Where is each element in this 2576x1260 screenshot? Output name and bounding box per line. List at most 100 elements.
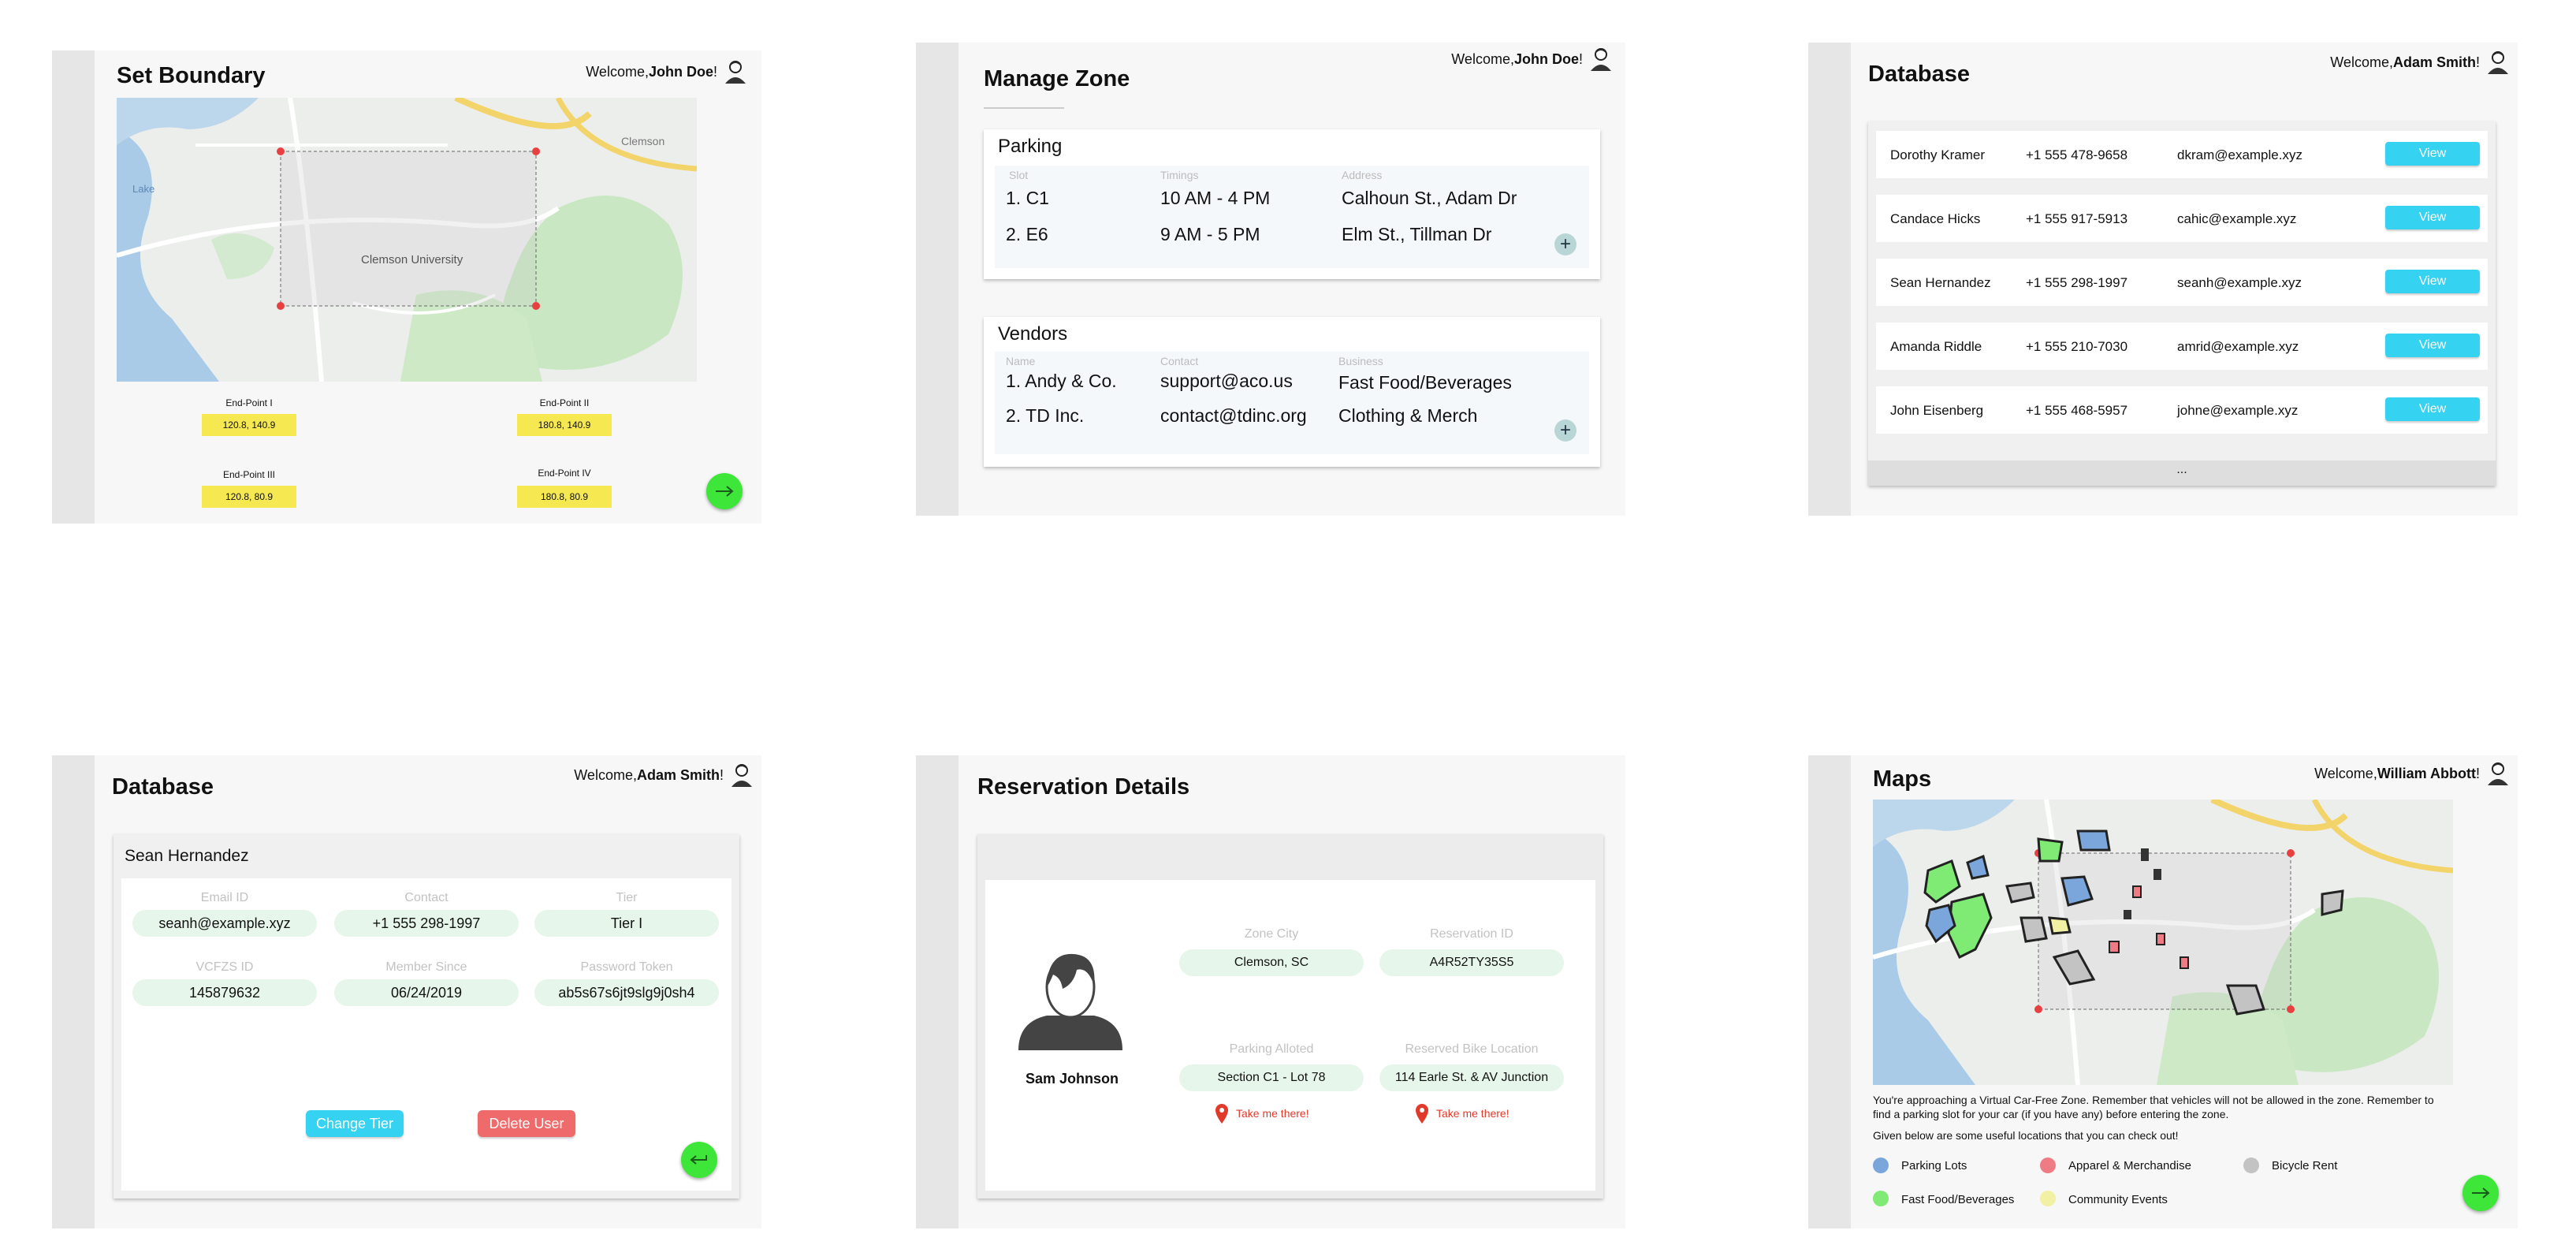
endpoint-4-label: End-Point IV [538, 468, 591, 479]
vendor-row-1-business: Fast Food/Beverages [1338, 372, 1512, 393]
vcfzs-id-value: 145879632 [132, 979, 317, 1006]
add-parking-button[interactable]: + [1554, 233, 1576, 255]
endpoint-4-value[interactable]: 180.8, 80.9 [517, 486, 612, 508]
list-item: Candace Hicks +1 555 917-5913 cahic@exam… [1876, 195, 2488, 242]
legend-events-dot [2040, 1191, 2056, 1206]
view-button[interactable]: View [2385, 206, 2480, 229]
vendor-row-2-contact: contact@tdinc.org [1160, 405, 1307, 426]
database-detail-panel: Database Welcome, Adam Smith! Sean Herna… [52, 755, 761, 1228]
map-pin-icon [1215, 1104, 1228, 1124]
user-phone: +1 555 298-1997 [2026, 275, 2128, 290]
page-title: Database [1868, 62, 1970, 87]
user-avatar-icon[interactable] [1588, 46, 1614, 73]
user-phone: +1 555 210-7030 [2026, 339, 2128, 354]
parking-row-2-timings: 9 AM - 5 PM [1160, 224, 1260, 244]
col-business: Business [1338, 355, 1383, 367]
vendor-row-2-name: 2. TD Inc. [1006, 405, 1085, 426]
user-avatar-icon[interactable] [722, 58, 749, 85]
legend-apparel-label: Apparel & Merchandise [2068, 1159, 2191, 1172]
user-phone: +1 555 917-5913 [2026, 211, 2128, 226]
parking-take-me-link[interactable]: Take me there! [1214, 1102, 1309, 1124]
add-vendor-button[interactable]: + [1554, 419, 1576, 442]
svg-text:Clemson: Clemson [621, 135, 664, 147]
endpoint-1-value[interactable]: 120.8, 140.9 [202, 414, 296, 436]
email-label: Email ID [200, 891, 249, 904]
endpoint-2-label: End-Point II [539, 397, 590, 408]
user-avatar-icon[interactable] [2485, 760, 2511, 787]
reservation-card: Sam Johnson Zone City Clemson, SC Reserv… [977, 834, 1603, 1198]
endpoint-3-value[interactable]: 120.8, 80.9 [202, 486, 296, 508]
legend-food-label: Fast Food/Beverages [1901, 1193, 2015, 1206]
return-arrow-icon [690, 1155, 707, 1165]
legend-apparel-dot [2040, 1157, 2056, 1173]
page-title: Set Boundary [117, 63, 266, 88]
next-button[interactable] [706, 473, 743, 509]
legend-bicycle-dot [2243, 1157, 2259, 1173]
user-profile-icon [1018, 953, 1122, 1050]
parking-card: Parking Slot Timings Address 1. C1 10 AM… [984, 129, 1600, 279]
person-name: Sam Johnson [1025, 1071, 1119, 1087]
map-graphic [1873, 800, 2453, 1085]
sidebar-strip [916, 43, 959, 516]
load-more-bar[interactable]: ... [1868, 460, 2496, 486]
reservation-id-value: A4R52TY35S5 [1379, 949, 1564, 976]
user-detail-name: Sean Hernandez [125, 847, 249, 865]
page-title: Database [112, 774, 214, 800]
user-email: cahic@example.xyz [2177, 211, 2297, 226]
manage-zone-panel: Manage Zone Welcome, John Doe! Parking S… [916, 43, 1625, 516]
vendor-row-1-name: 1. Andy & Co. [1006, 371, 1117, 391]
vendors-card: Vendors Name Contact Business 1. Andy & … [984, 317, 1600, 467]
parking-alloted-value: Section C1 - Lot 78 [1179, 1064, 1364, 1091]
parking-row-1-slot: 1. C1 [1006, 188, 1049, 208]
list-item: John Eisenberg +1 555 468-5957 johne@exa… [1876, 386, 2488, 434]
password-token-value: ab5s67s6jt9slg9j0sh4 [534, 979, 719, 1006]
bike-location-label: Reserved Bike Location [1405, 1042, 1539, 1056]
arrow-right-icon [716, 486, 734, 497]
tier-label: Tier [616, 891, 638, 904]
map-graphic: Clemson University Clemson Lake [117, 98, 697, 382]
list-item: Dorothy Kramer +1 555 478-9658 dkram@exa… [1876, 131, 2488, 178]
view-button[interactable]: View [2385, 334, 2480, 357]
delete-user-button[interactable]: Delete User [478, 1110, 575, 1137]
view-button[interactable]: View [2385, 397, 2480, 421]
welcome-message: Welcome, John Doe! [586, 58, 749, 85]
zone-city-label: Zone City [1244, 927, 1299, 941]
change-tier-button[interactable]: Change Tier [306, 1110, 404, 1137]
legend-bicycle-label: Bicycle Rent [2272, 1159, 2338, 1172]
bike-take-me-link[interactable]: Take me there! [1414, 1102, 1509, 1124]
next-button[interactable] [2462, 1175, 2499, 1211]
user-avatar-icon[interactable] [2485, 49, 2511, 76]
parking-row-1-timings: 10 AM - 4 PM [1160, 188, 1271, 208]
user-email: amrid@example.xyz [2177, 339, 2299, 354]
user-phone: +1 555 468-5957 [2026, 403, 2128, 418]
col-address: Address [1342, 169, 1383, 181]
contact-value: +1 555 298-1997 [334, 910, 519, 937]
tier-value: Tier I [534, 910, 719, 937]
boundary-map[interactable]: Clemson University Clemson Lake [117, 98, 697, 382]
view-button[interactable]: View [2385, 270, 2480, 293]
user-name: Candace Hicks [1890, 211, 1981, 226]
user-name: Amanda Riddle [1890, 339, 1982, 354]
endpoint-2-value[interactable]: 180.8, 140.9 [517, 414, 612, 436]
more-indicator: ... [2176, 463, 2187, 476]
svg-text:Clemson University: Clemson University [361, 253, 463, 267]
endpoint-3-label: End-Point III [222, 469, 276, 480]
legend-events-label: Community Events [2068, 1193, 2168, 1206]
user-avatar-icon[interactable] [728, 762, 755, 788]
vendor-row-1-contact: support@aco.us [1160, 371, 1293, 391]
back-button[interactable] [681, 1142, 717, 1178]
welcome-message: Welcome, John Doe! [1451, 46, 1614, 73]
zone-map[interactable] [1873, 800, 2453, 1085]
user-list-card: Dorothy Kramer +1 555 478-9658 dkram@exa… [1868, 121, 2496, 486]
bike-location-value: 114 Earle St. & AV Junction [1379, 1064, 1564, 1091]
vcfzs-id-label: VCFZS ID [195, 960, 254, 974]
parking-row-2-slot: 2. E6 [1006, 224, 1048, 244]
endpoint-1-label: End-Point I [225, 397, 273, 408]
reservation-id-label: Reservation ID [1430, 927, 1513, 941]
user-name: John Eisenberg [1890, 403, 1984, 418]
vendor-row-2-business: Clothing & Merch [1338, 405, 1478, 426]
user-name: Dorothy Kramer [1890, 147, 1985, 162]
welcome-message: Welcome, William Abbott! [2314, 760, 2511, 787]
view-button[interactable]: View [2385, 142, 2480, 166]
user-detail-body: Email ID seanh@example.xyz Contact +1 55… [121, 878, 731, 1191]
